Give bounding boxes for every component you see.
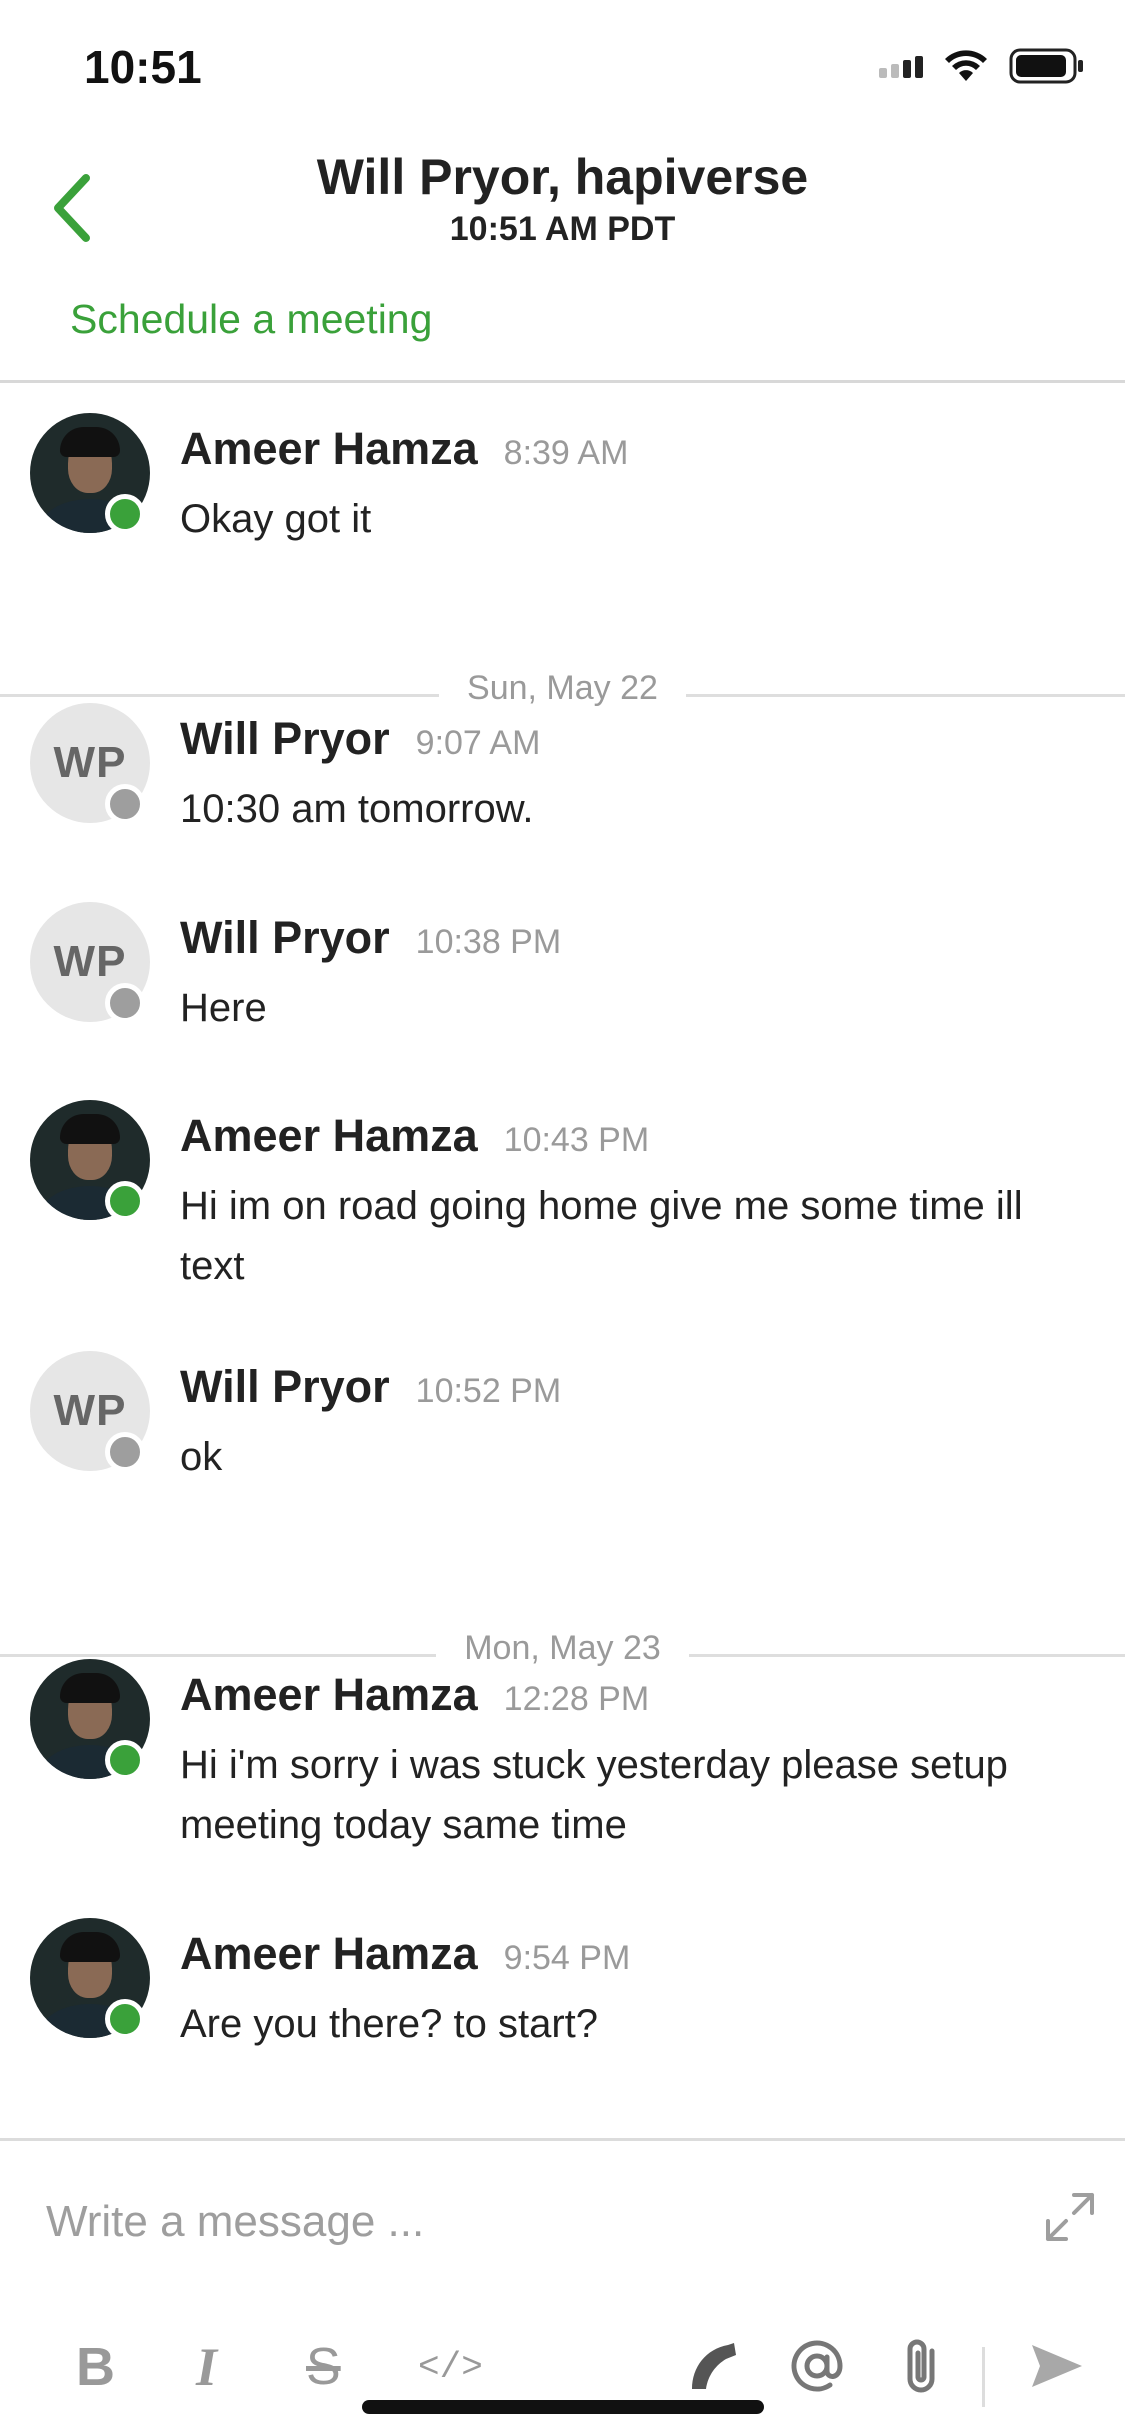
message-time: 10:38 PM [415, 923, 562, 961]
composer: B I S </> [0, 2141, 1125, 2436]
sender-name[interactable]: Will Pryor [180, 713, 390, 764]
message-text: 10:30 am tomorrow. [180, 787, 534, 831]
expand-icon[interactable] [1040, 2187, 1100, 2247]
status-time: 10:51 [84, 41, 202, 93]
strikethrough-button[interactable]: S [306, 2335, 341, 2399]
presence-indicator [105, 1999, 145, 2039]
message-time: 10:52 PM [415, 1372, 562, 1410]
sender-line: Will Pryor 10:52 PM [180, 1361, 561, 1413]
sender-name[interactable]: Ameer Hamza [180, 1669, 478, 1720]
send-icon[interactable] [1028, 2339, 1086, 2393]
toolbar-separator [982, 2347, 985, 2407]
message-text: Hi im on road going home give me some ti… [180, 1184, 1023, 1288]
avatar-hair [60, 427, 120, 457]
conversation-header: Will Pryor, hapiverse 10:51 AM PDT Sched… [0, 130, 1125, 380]
presence-indicator [105, 784, 145, 824]
wifi-icon [945, 50, 987, 81]
home-indicator [362, 2400, 764, 2414]
avatar-hair [60, 1673, 120, 1703]
attachment-icon[interactable] [898, 2335, 944, 2397]
sender-name[interactable]: Ameer Hamza [180, 1928, 478, 1979]
conversation-title: Will Pryor, hapiverse [316, 149, 809, 205]
sender-line: Ameer Hamza 12:28 PM [180, 1669, 649, 1721]
sender-name[interactable]: Ameer Hamza [180, 423, 478, 474]
sender-name[interactable]: Ameer Hamza [180, 1110, 478, 1161]
sender-line: Ameer Hamza 9:54 PM [180, 1928, 630, 1980]
avatar-hair [60, 1932, 120, 1962]
sender-name[interactable]: Will Pryor [180, 1361, 390, 1412]
presence-indicator [105, 983, 145, 1023]
message-text: Here [180, 986, 267, 1030]
signal-icon [879, 56, 923, 78]
presence-indicator [105, 1181, 145, 1221]
message-input[interactable] [44, 2181, 1008, 2263]
italic-button[interactable]: I [196, 2335, 217, 2399]
message-time: 9:07 AM [415, 724, 541, 762]
message-time: 12:28 PM [503, 1680, 650, 1718]
message-time: 8:39 AM [503, 434, 629, 472]
message-text: Hi i'm sorry i was stuck yesterday pleas… [180, 1743, 1008, 1847]
status-icons [879, 48, 1085, 84]
avatar-hair [60, 1114, 120, 1144]
message-time: 9:54 PM [503, 1939, 631, 1977]
presence-indicator [105, 494, 145, 534]
date-divider-label: Sun, May 22 [439, 669, 686, 707]
message-list[interactable]: Ameer Hamza 8:39 AM Okay got it Sun, May 22… [0, 383, 1125, 2138]
conversation-local-time: 10:51 AM PDT [449, 210, 676, 248]
code-button[interactable]: </> [418, 2335, 483, 2399]
bold-button[interactable]: B [76, 2335, 115, 2399]
message-text: Okay got it [180, 497, 372, 541]
sender-line: Ameer Hamza 8:39 AM [180, 423, 628, 475]
sender-line: Will Pryor 9:07 AM [180, 713, 540, 765]
message-text: ok [180, 1435, 223, 1479]
date-divider: Sun, May 22 [0, 669, 1125, 719]
message-text: Are you there? to start? [180, 2002, 599, 2046]
presence-indicator [105, 1432, 145, 1472]
sender-name[interactable]: Will Pryor [180, 912, 390, 963]
status-bar: 10:51 [0, 0, 1125, 130]
schedule-meeting-link[interactable]: Schedule a meeting [70, 296, 432, 343]
mention-icon[interactable] [788, 2337, 846, 2395]
presence-indicator [105, 1740, 145, 1780]
call-icon[interactable] [684, 2337, 740, 2393]
sender-line: Will Pryor 10:38 PM [180, 912, 561, 964]
sender-line: Ameer Hamza 10:43 PM [180, 1110, 649, 1162]
battery-icon [1009, 48, 1083, 84]
message-time: 10:43 PM [503, 1121, 650, 1159]
divider-label-wrap: Mon, May 23 [0, 1629, 1125, 1668]
date-divider-label: Mon, May 23 [436, 1629, 689, 1667]
divider-label-wrap: Sun, May 22 [0, 669, 1125, 708]
